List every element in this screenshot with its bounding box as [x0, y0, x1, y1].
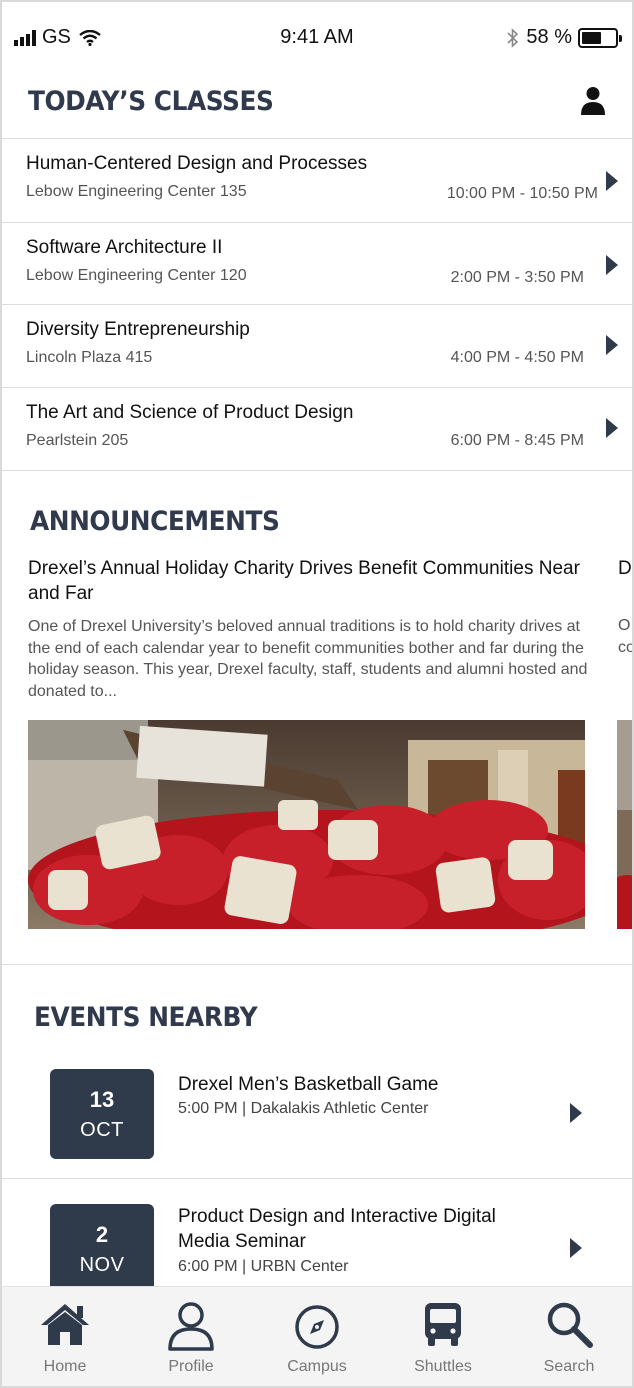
tab-shuttles[interactable]: Shuttles — [380, 1287, 506, 1386]
home-icon — [41, 1304, 89, 1345]
event-date-badge: 2 NOV — [50, 1204, 154, 1294]
class-time: 4:00 PM - 4:50 PM — [450, 349, 584, 366]
announcements-title: ANNOUNCEMENTS — [30, 506, 280, 537]
event-meta: 6:00 PM | URBN Center — [178, 1258, 349, 1275]
tab-label: Search — [543, 1358, 595, 1375]
class-room: Lebow Engineering Center 120 — [26, 267, 247, 284]
tab-bar: Home Profile Campus Shuttles Search — [2, 1286, 632, 1386]
user-profile-icon[interactable] — [580, 86, 606, 116]
announcement-peek-body: O ch co Dr — [618, 617, 634, 656]
app-screen: GS 9:41 AM 58 % TODAY’S CLASSES Human-Ce… — [0, 0, 634, 1388]
class-name: The Art and Science of Product Design — [26, 402, 354, 423]
chevron-right-icon — [570, 1238, 582, 1258]
class-room: Pearlstein 205 — [26, 432, 129, 449]
class-time: 2:00 PM - 3:50 PM — [450, 269, 584, 286]
chevron-right-icon — [606, 171, 618, 191]
event-month: OCT — [80, 1119, 124, 1141]
battery-percent: 58 % — [526, 26, 572, 48]
tab-search[interactable]: Search — [506, 1287, 632, 1386]
status-right: 58 % — [506, 26, 622, 49]
class-row[interactable]: Diversity Entrepreneurship Lincoln Plaza… — [2, 305, 632, 388]
class-row[interactable]: The Art and Science of Product Design Pe… — [2, 388, 632, 471]
event-month: NOV — [79, 1254, 125, 1276]
announcement-peek-headline[interactable]: D C — [618, 556, 632, 581]
section-divider — [2, 964, 632, 965]
search-icon — [547, 1302, 593, 1348]
battery-icon — [578, 27, 622, 48]
compass-icon — [295, 1305, 339, 1349]
class-room: Lebow Engineering Center 135 — [26, 183, 247, 200]
bus-icon — [425, 1303, 461, 1346]
class-row[interactable]: Human-Centered Design and Processes Lebo… — [2, 139, 632, 223]
tab-label: Shuttles — [414, 1358, 472, 1375]
class-list: Human-Centered Design and Processes Lebo… — [2, 138, 632, 471]
class-time: 6:00 PM - 8:45 PM — [450, 432, 584, 449]
tab-label: Home — [43, 1358, 87, 1375]
event-date-badge: 13 OCT — [50, 1069, 154, 1159]
bluetooth-icon — [507, 27, 519, 48]
announcement-card[interactable]: Drexel’s Annual Holiday Charity Drives B… — [28, 556, 588, 702]
class-room: Lincoln Plaza 415 — [26, 349, 153, 366]
class-name: Software Architecture II — [26, 237, 223, 258]
user-icon — [168, 1302, 214, 1351]
chevron-right-icon — [606, 255, 618, 275]
classes-header: TODAY’S CLASSES — [28, 86, 612, 120]
tab-profile[interactable]: Profile — [128, 1287, 254, 1386]
peek-photo — [617, 720, 632, 929]
battery-fill — [582, 31, 601, 44]
class-name: Diversity Entrepreneurship — [26, 319, 250, 340]
chevron-right-icon — [606, 335, 618, 355]
event-name: Product Design and Interactive Digital M… — [178, 1206, 496, 1252]
event-meta: 5:00 PM | Dakalakis Athletic Center — [178, 1100, 429, 1117]
class-row[interactable]: Software Architecture II Lebow Engineeri… — [2, 223, 632, 305]
event-day: 13 — [89, 1087, 115, 1112]
event-row[interactable]: 13 OCT Drexel Men’s Basketball Game 5:00… — [2, 1052, 632, 1180]
announcement-body: One of Drexel University’s beloved annua… — [28, 618, 588, 700]
event-day: 2 — [95, 1222, 109, 1247]
tab-label: Campus — [287, 1358, 347, 1375]
class-time: 10:00 PM - 10:50 PM — [446, 185, 598, 202]
tab-home[interactable]: Home — [2, 1287, 128, 1386]
status-bar: GS 9:41 AM 58 % — [2, 2, 632, 72]
announcement-headline: Drexel’s Annual Holiday Charity Drives B… — [28, 558, 580, 604]
charity-bags-photo — [28, 720, 585, 929]
announcement-peek-image[interactable] — [617, 720, 632, 929]
events-title: EVENTS NEARBY — [34, 1002, 258, 1033]
classes-title: TODAY’S CLASSES — [28, 86, 274, 117]
event-name: Drexel Men’s Basketball Game — [178, 1074, 439, 1095]
tab-label: Profile — [168, 1358, 214, 1375]
announcement-image[interactable] — [28, 720, 585, 929]
tab-campus[interactable]: Campus — [254, 1287, 380, 1386]
chevron-right-icon — [570, 1103, 582, 1123]
chevron-right-icon — [606, 418, 618, 438]
class-name: Human-Centered Design and Processes — [26, 153, 368, 174]
